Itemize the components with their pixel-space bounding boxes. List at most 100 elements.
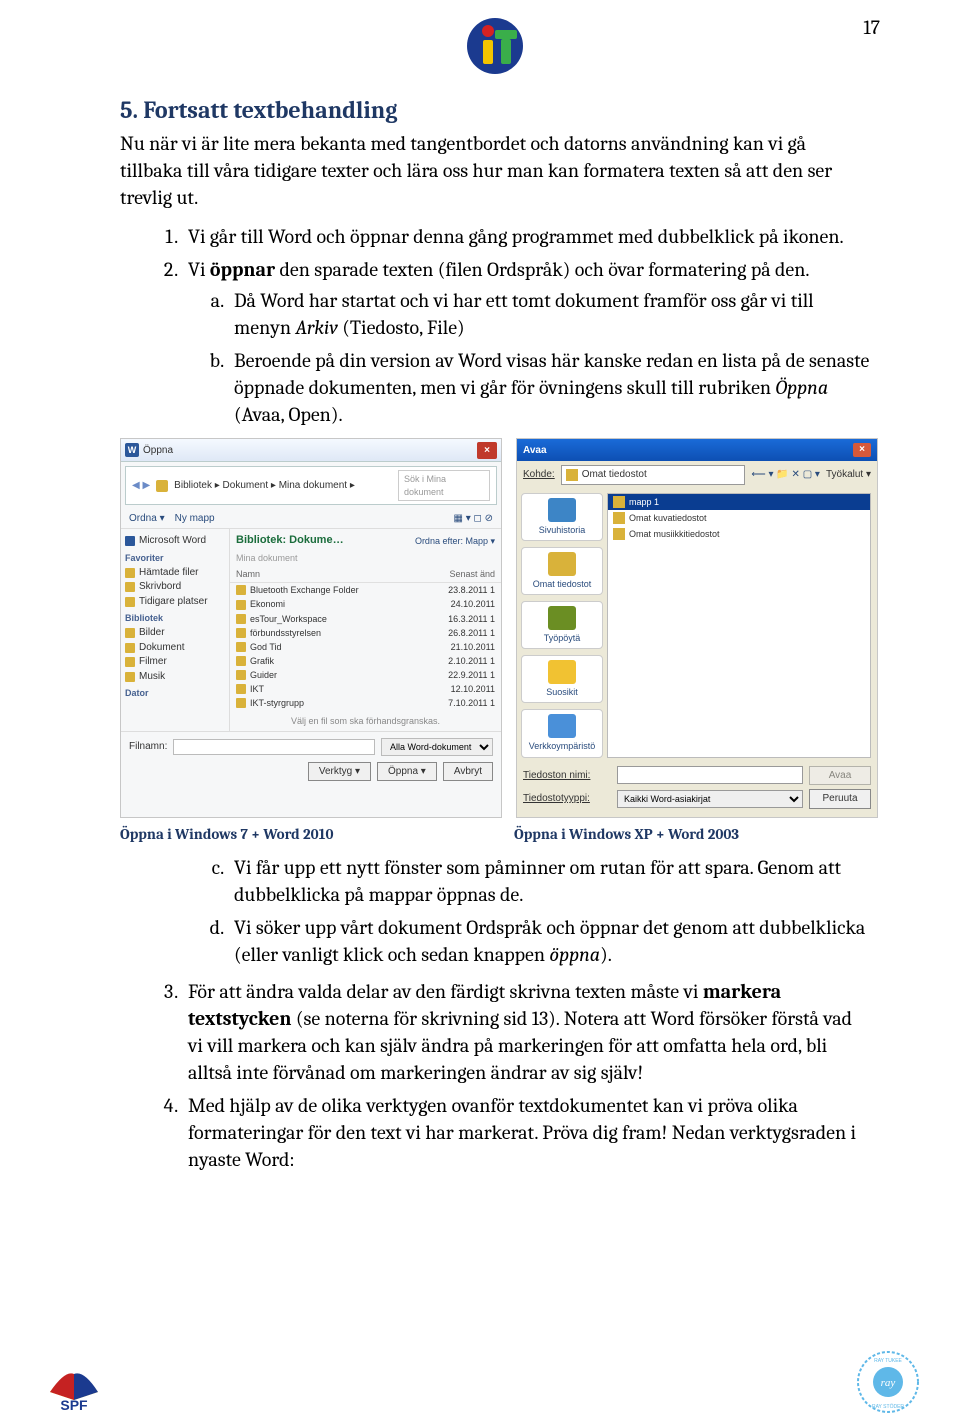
kohde-label: Kohde: bbox=[523, 468, 555, 482]
word-icon: W bbox=[125, 443, 139, 457]
folder-icon bbox=[236, 600, 246, 610]
section-heading: 5. Fortsatt textbehandling bbox=[120, 94, 870, 126]
win7-footer: Filnamn: Alla Word-dokument bbox=[121, 731, 501, 762]
file-row[interactable]: God Tid21.10.2011 bbox=[230, 640, 501, 654]
folder-icon bbox=[125, 643, 135, 653]
close-icon[interactable]: × bbox=[477, 442, 497, 460]
numbered-list-continued: För att ändra valda delar av den färdigt… bbox=[120, 978, 870, 1173]
numbered-list-continued: Vi får upp ett nytt fönster som påminner… bbox=[120, 854, 870, 968]
tools-dropdown[interactable]: Työkalut ▾ bbox=[826, 468, 871, 482]
tools-dropdown[interactable]: Verktyg ▾ bbox=[308, 762, 371, 782]
folder-icon bbox=[125, 568, 135, 578]
order-by-dropdown[interactable]: Ordna efter: Mapp ▾ bbox=[415, 535, 501, 547]
sidebar-item[interactable]: Bilder bbox=[125, 626, 225, 640]
open-button[interactable]: Öppna ▾ bbox=[377, 762, 437, 782]
win7-toolbar: Ordna ▾ Ny mapp ▦ ▾ ◻ ⊘ bbox=[121, 509, 501, 530]
cancel-button[interactable]: Avbryt bbox=[443, 762, 493, 782]
preview-placeholder: Välj en fil som ska förhandsgranskas. bbox=[230, 711, 501, 731]
it-logo-icon bbox=[465, 16, 525, 76]
places-item[interactable]: Omat tiedostot bbox=[521, 547, 603, 595]
close-icon[interactable]: × bbox=[853, 443, 871, 457]
italic-text: Öppna bbox=[775, 376, 828, 399]
folder-icon bbox=[236, 628, 246, 638]
search-input[interactable]: Sök i Mina dokument bbox=[398, 470, 490, 500]
folder-icon bbox=[125, 582, 135, 592]
column-header[interactable]: Namn bbox=[236, 568, 260, 580]
filetype-dropdown[interactable]: Kaikki Word-asiakirjat bbox=[617, 790, 803, 808]
favorites-icon bbox=[548, 660, 576, 684]
sidebar-item[interactable]: Hämtade filer bbox=[125, 566, 225, 580]
text-span: För att ändra valda delar av den färdigt… bbox=[188, 980, 703, 1003]
breadcrumb-path[interactable]: Bibliotek ▸ Dokument ▸ Mina dokument ▸ bbox=[174, 479, 355, 493]
folder-icon bbox=[156, 480, 168, 492]
file-row[interactable]: Omat kuvatiedostot bbox=[608, 510, 870, 526]
file-row[interactable]: Grafik2.10.2011 1 bbox=[230, 654, 501, 668]
breadcrumb[interactable]: ◀ ▶ Bibliotek ▸ Dokument ▸ Mina dokument… bbox=[125, 466, 497, 504]
sidebar-item[interactable]: Tidigare platser bbox=[125, 595, 225, 609]
winxp-location-bar: Kohde: Omat tiedostot ⟵ ▾ 📁 ✕ ▢ ▾ Työkal… bbox=[517, 461, 877, 489]
places-item[interactable]: Sivuhistoria bbox=[521, 493, 603, 541]
file-row[interactable]: esTour_Workspace16.3.2011 1 bbox=[230, 612, 501, 626]
file-row[interactable]: IKT-styrgrupp7.10.2011 1 bbox=[230, 696, 501, 710]
win7-file-area: Bibliotek: Dokume… Ordna efter: Mapp ▾ M… bbox=[230, 529, 501, 731]
new-folder-button[interactable]: Ny mapp bbox=[175, 512, 215, 526]
text-span: (Tiedosto, File) bbox=[338, 316, 465, 339]
intro-paragraph: Nu när vi är lite mera bekanta med tange… bbox=[120, 130, 870, 211]
view-icons[interactable]: ▦ ▾ ◻ ⊘ bbox=[454, 512, 493, 526]
nav-back-icon[interactable]: ◀ ▶ bbox=[132, 479, 150, 493]
column-header[interactable]: Senast änd bbox=[449, 568, 495, 580]
ray-logo-icon: ray RAY TUKEE RAY STÖDER bbox=[856, 1350, 920, 1414]
list-item: Vi öppnar den sparade texten (filen Ords… bbox=[182, 256, 870, 428]
file-row[interactable]: Bluetooth Exchange Folder23.8.2011 1 bbox=[230, 583, 501, 597]
sidebar-item[interactable]: Microsoft Word bbox=[125, 534, 225, 548]
folder-icon bbox=[125, 597, 135, 607]
text-span: Beroende på din version av Word visas hä… bbox=[234, 349, 869, 399]
file-row[interactable]: IKT12.10.2011 bbox=[230, 682, 501, 696]
desktop-icon bbox=[548, 606, 576, 630]
file-row[interactable]: Omat musiikkitiedostot bbox=[608, 526, 870, 542]
open-button[interactable]: Avaa bbox=[809, 766, 871, 786]
file-row[interactable]: förbundsstyrelsen26.8.2011 1 bbox=[230, 626, 501, 640]
win7-open-dialog: W Öppna × ◀ ▶ Bibliotek ▸ Dokument ▸ Min… bbox=[120, 438, 502, 817]
list-item: Beroende på din version av Word visas hä… bbox=[228, 347, 870, 428]
bold-text: öppnar bbox=[210, 258, 275, 281]
svg-text:SPF: SPF bbox=[60, 1397, 88, 1412]
screenshot-captions: Öppna i Windows 7 + Word 2010 Öppna i Wi… bbox=[120, 824, 900, 844]
sidebar-item[interactable]: Skrivbord bbox=[125, 580, 225, 594]
alpha-list: Då Word har startat och vi har ett tomt … bbox=[188, 287, 870, 428]
folder-icon bbox=[236, 656, 246, 666]
cancel-button[interactable]: Peruuta bbox=[809, 789, 871, 809]
location-dropdown[interactable]: Omat tiedostot bbox=[561, 465, 746, 485]
filetype-dropdown[interactable]: Alla Word-dokument bbox=[381, 738, 493, 756]
network-icon bbox=[548, 714, 576, 738]
winxp-title-bar: Avaa × bbox=[517, 439, 877, 461]
nav-icons[interactable]: ⟵ ▾ 📁 ✕ ▢ ▾ bbox=[751, 468, 820, 482]
list-item: Då Word har startat och vi har ett tomt … bbox=[228, 287, 870, 341]
winxp-places-bar: Sivuhistoria Omat tiedostot Työpöytä Suo… bbox=[517, 489, 607, 762]
file-row[interactable]: Ekonomi24.10.2011 bbox=[230, 597, 501, 611]
places-item[interactable]: Suosikit bbox=[521, 655, 603, 703]
filename-input[interactable] bbox=[173, 739, 375, 755]
win7-file-rows: Bluetooth Exchange Folder23.8.2011 1Ekon… bbox=[230, 583, 501, 710]
library-subheader: Mina dokument bbox=[230, 552, 501, 566]
list-item: Med hjälp av de olika verktygen ovanför … bbox=[182, 1092, 870, 1173]
list-item: Vi går till Word och öppnar denna gång p… bbox=[182, 223, 870, 250]
winxp-file-area: mapp 1 Omat kuvatiedostot Omat musiikkit… bbox=[607, 493, 871, 758]
sidebar-item[interactable]: Filmer bbox=[125, 655, 225, 669]
win7-title-bar: W Öppna × bbox=[121, 439, 501, 462]
folder-icon bbox=[548, 552, 576, 576]
folder-icon bbox=[236, 684, 246, 694]
sidebar-item[interactable]: Dokument bbox=[125, 641, 225, 655]
organize-dropdown[interactable]: Ordna ▾ bbox=[129, 512, 165, 526]
caption-right: Öppna i Windows XP + Word 2003 bbox=[514, 824, 874, 844]
places-item[interactable]: Työpöytä bbox=[521, 601, 603, 649]
svg-text:RAY TUKEE: RAY TUKEE bbox=[874, 1358, 902, 1364]
filename-input[interactable] bbox=[617, 766, 803, 784]
sidebar-item[interactable]: Musik bbox=[125, 670, 225, 684]
file-row[interactable]: Guider22.9.2011 1 bbox=[230, 668, 501, 682]
folder-icon bbox=[613, 528, 625, 540]
text-span: den sparade texten (filen Ordspråk) och … bbox=[275, 258, 809, 281]
winxp-footer: Tiedoston nimi: Avaa Tiedostotyyppi: Kai… bbox=[517, 762, 877, 817]
file-row[interactable]: mapp 1 bbox=[608, 494, 870, 510]
places-item[interactable]: Verkkoympäristö bbox=[521, 709, 603, 757]
